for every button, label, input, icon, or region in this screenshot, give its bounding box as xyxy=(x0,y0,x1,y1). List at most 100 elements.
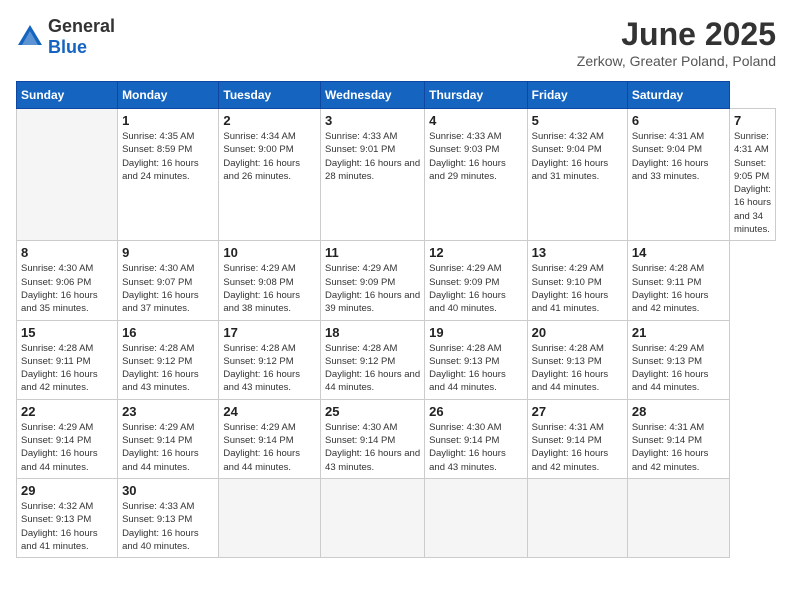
day-cell-5: 5 Sunrise: 4:32 AMSunset: 9:04 PMDaylight… xyxy=(527,109,627,241)
location-title: Zerkow, Greater Poland, Poland xyxy=(577,53,776,69)
day-info: Sunrise: 4:28 AMSunset: 9:12 PMDaylight:… xyxy=(122,342,214,395)
day-cell-26: 26 Sunrise: 4:30 AMSunset: 9:14 PMDayligh… xyxy=(425,399,527,478)
day-cell-6: 6 Sunrise: 4:31 AMSunset: 9:04 PMDaylight… xyxy=(627,109,729,241)
day-cell-30: 30Sunrise: 4:33 AMSunset: 9:13 PMDayligh… xyxy=(118,478,219,557)
day-cell-2: 2Sunrise: 4:34 AMSunset: 9:00 PMDaylight… xyxy=(219,109,321,241)
day-info: Sunrise: 4:30 AMSunset: 9:07 PMDaylight:… xyxy=(122,262,214,315)
day-number: 10 xyxy=(223,245,316,260)
day-info: Sunrise: 4:29 AMSunset: 9:14 PMDaylight:… xyxy=(122,421,214,474)
day-number: 13 xyxy=(532,245,623,260)
logo-icon xyxy=(16,23,44,51)
title-area: June 2025 Zerkow, Greater Poland, Poland xyxy=(577,16,776,69)
weekday-header-friday: Friday xyxy=(527,82,627,109)
day-cell-7: 7Sunrise: 4:31 AMSunset: 9:05 PMDaylight… xyxy=(729,109,775,241)
day-info: Sunrise: 4:33 AMSunset: 9:01 PMDaylight:… xyxy=(325,130,420,183)
day-info: Sunrise: 4:30 AMSunset: 9:14 PMDaylight:… xyxy=(325,421,420,474)
calendar-week-3: 15 Sunrise: 4:28 AMSunset: 9:11 PMDayligh… xyxy=(17,320,776,399)
day-cell-29: 29 Sunrise: 4:32 AMSunset: 9:13 PMDayligh… xyxy=(17,478,118,557)
weekday-header-thursday: Thursday xyxy=(425,82,527,109)
day-info: Sunrise: 4:30 AMSunset: 9:06 PMDaylight:… xyxy=(21,262,113,315)
day-info: Sunrise: 4:29 AMSunset: 9:09 PMDaylight:… xyxy=(325,262,420,315)
day-number: 26 xyxy=(429,404,522,419)
weekday-header-monday: Monday xyxy=(118,82,219,109)
day-info: Sunrise: 4:28 AMSunset: 9:12 PMDaylight:… xyxy=(223,342,316,395)
day-number: 6 xyxy=(632,113,725,128)
day-cell-28: 28 Sunrise: 4:31 AMSunset: 9:14 PMDayligh… xyxy=(627,399,729,478)
day-info: Sunrise: 4:32 AMSunset: 9:13 PMDaylight:… xyxy=(21,500,113,553)
day-info: Sunrise: 4:28 AMSunset: 9:12 PMDaylight:… xyxy=(325,342,420,395)
day-info: Sunrise: 4:29 AMSunset: 9:14 PMDaylight:… xyxy=(21,421,113,474)
day-cell-22: 22 Sunrise: 4:29 AMSunset: 9:14 PMDayligh… xyxy=(17,399,118,478)
day-info: Sunrise: 4:29 AMSunset: 9:08 PMDaylight:… xyxy=(223,262,316,315)
day-info: Sunrise: 4:31 AMSunset: 9:04 PMDaylight:… xyxy=(632,130,725,183)
day-info: Sunrise: 4:32 AMSunset: 9:04 PMDaylight:… xyxy=(532,130,623,183)
day-cell-1: 1Sunrise: 4:35 AMSunset: 8:59 PMDaylight… xyxy=(118,109,219,241)
day-number: 28 xyxy=(632,404,725,419)
day-info: Sunrise: 4:28 AMSunset: 9:11 PMDaylight:… xyxy=(632,262,725,315)
logo-text-general: General xyxy=(48,16,115,36)
day-number: 22 xyxy=(21,404,113,419)
day-cell-12: 12 Sunrise: 4:29 AMSunset: 9:09 PMDayligh… xyxy=(425,241,527,320)
empty-cell xyxy=(219,478,321,557)
empty-cell xyxy=(425,478,527,557)
day-number: 17 xyxy=(223,325,316,340)
day-cell-15: 15 Sunrise: 4:28 AMSunset: 9:11 PMDayligh… xyxy=(17,320,118,399)
day-number: 5 xyxy=(532,113,623,128)
day-number: 27 xyxy=(532,404,623,419)
day-info: Sunrise: 4:29 AMSunset: 9:09 PMDaylight:… xyxy=(429,262,522,315)
day-number: 11 xyxy=(325,245,420,260)
calendar-header: SundayMondayTuesdayWednesdayThursdayFrid… xyxy=(17,82,776,109)
empty-cell xyxy=(321,478,425,557)
day-cell-13: 13 Sunrise: 4:29 AMSunset: 9:10 PMDayligh… xyxy=(527,241,627,320)
day-number: 16 xyxy=(122,325,214,340)
day-number: 2 xyxy=(223,113,316,128)
day-number: 18 xyxy=(325,325,420,340)
day-info: Sunrise: 4:30 AMSunset: 9:14 PMDaylight:… xyxy=(429,421,522,474)
day-number: 21 xyxy=(632,325,725,340)
day-number: 3 xyxy=(325,113,420,128)
day-info: Sunrise: 4:29 AMSunset: 9:14 PMDaylight:… xyxy=(223,421,316,474)
day-cell-23: 23 Sunrise: 4:29 AMSunset: 9:14 PMDayligh… xyxy=(118,399,219,478)
day-cell-20: 20Sunrise: 4:28 AMSunset: 9:13 PMDayligh… xyxy=(527,320,627,399)
day-number: 15 xyxy=(21,325,113,340)
day-cell-18: 18 Sunrise: 4:28 AMSunset: 9:12 PMDayligh… xyxy=(321,320,425,399)
weekday-header-wednesday: Wednesday xyxy=(321,82,425,109)
day-cell-16: 16 Sunrise: 4:28 AMSunset: 9:12 PMDayligh… xyxy=(118,320,219,399)
day-cell-11: 11 Sunrise: 4:29 AMSunset: 9:09 PMDayligh… xyxy=(321,241,425,320)
day-info: Sunrise: 4:33 AMSunset: 9:13 PMDaylight:… xyxy=(122,500,214,553)
empty-cell xyxy=(627,478,729,557)
calendar-week-4: 22 Sunrise: 4:29 AMSunset: 9:14 PMDayligh… xyxy=(17,399,776,478)
day-cell-9: 9 Sunrise: 4:30 AMSunset: 9:07 PMDaylight… xyxy=(118,241,219,320)
day-info: Sunrise: 4:31 AMSunset: 9:14 PMDaylight:… xyxy=(632,421,725,474)
day-number: 25 xyxy=(325,404,420,419)
day-info: Sunrise: 4:28 AMSunset: 9:13 PMDaylight:… xyxy=(429,342,522,395)
day-number: 23 xyxy=(122,404,214,419)
calendar-week-5: 29 Sunrise: 4:32 AMSunset: 9:13 PMDayligh… xyxy=(17,478,776,557)
day-number: 9 xyxy=(122,245,214,260)
weekday-header-sunday: Sunday xyxy=(17,82,118,109)
day-info: Sunrise: 4:33 AMSunset: 9:03 PMDaylight:… xyxy=(429,130,522,183)
day-info: Sunrise: 4:31 AMSunset: 9:05 PMDaylight:… xyxy=(734,130,771,236)
day-number: 12 xyxy=(429,245,522,260)
empty-cell xyxy=(527,478,627,557)
day-info: Sunrise: 4:29 AMSunset: 9:13 PMDaylight:… xyxy=(632,342,725,395)
logo-text-blue: Blue xyxy=(48,37,87,57)
day-number: 20 xyxy=(532,325,623,340)
day-cell-19: 19Sunrise: 4:28 AMSunset: 9:13 PMDayligh… xyxy=(425,320,527,399)
day-info: Sunrise: 4:28 AMSunset: 9:11 PMDaylight:… xyxy=(21,342,113,395)
month-title: June 2025 xyxy=(577,16,776,53)
logo: General Blue xyxy=(16,16,115,58)
day-number: 29 xyxy=(21,483,113,498)
day-cell-3: 3 Sunrise: 4:33 AMSunset: 9:01 PMDaylight… xyxy=(321,109,425,241)
day-number: 14 xyxy=(632,245,725,260)
day-number: 8 xyxy=(21,245,113,260)
day-info: Sunrise: 4:29 AMSunset: 9:10 PMDaylight:… xyxy=(532,262,623,315)
day-info: Sunrise: 4:35 AMSunset: 8:59 PMDaylight:… xyxy=(122,130,214,183)
header: General Blue June 2025 Zerkow, Greater P… xyxy=(16,16,776,69)
day-cell-24: 24 Sunrise: 4:29 AMSunset: 9:14 PMDayligh… xyxy=(219,399,321,478)
calendar-week-1: 1Sunrise: 4:35 AMSunset: 8:59 PMDaylight… xyxy=(17,109,776,241)
day-number: 24 xyxy=(223,404,316,419)
calendar-table: SundayMondayTuesdayWednesdayThursdayFrid… xyxy=(16,81,776,558)
day-cell-27: 27Sunrise: 4:31 AMSunset: 9:14 PMDayligh… xyxy=(527,399,627,478)
day-cell-25: 25 Sunrise: 4:30 AMSunset: 9:14 PMDayligh… xyxy=(321,399,425,478)
